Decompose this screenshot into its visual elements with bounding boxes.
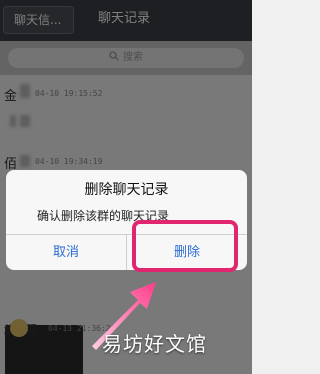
watermark: 易坊好文馆 xyxy=(102,332,207,356)
pointer-arrow-icon xyxy=(92,282,156,350)
